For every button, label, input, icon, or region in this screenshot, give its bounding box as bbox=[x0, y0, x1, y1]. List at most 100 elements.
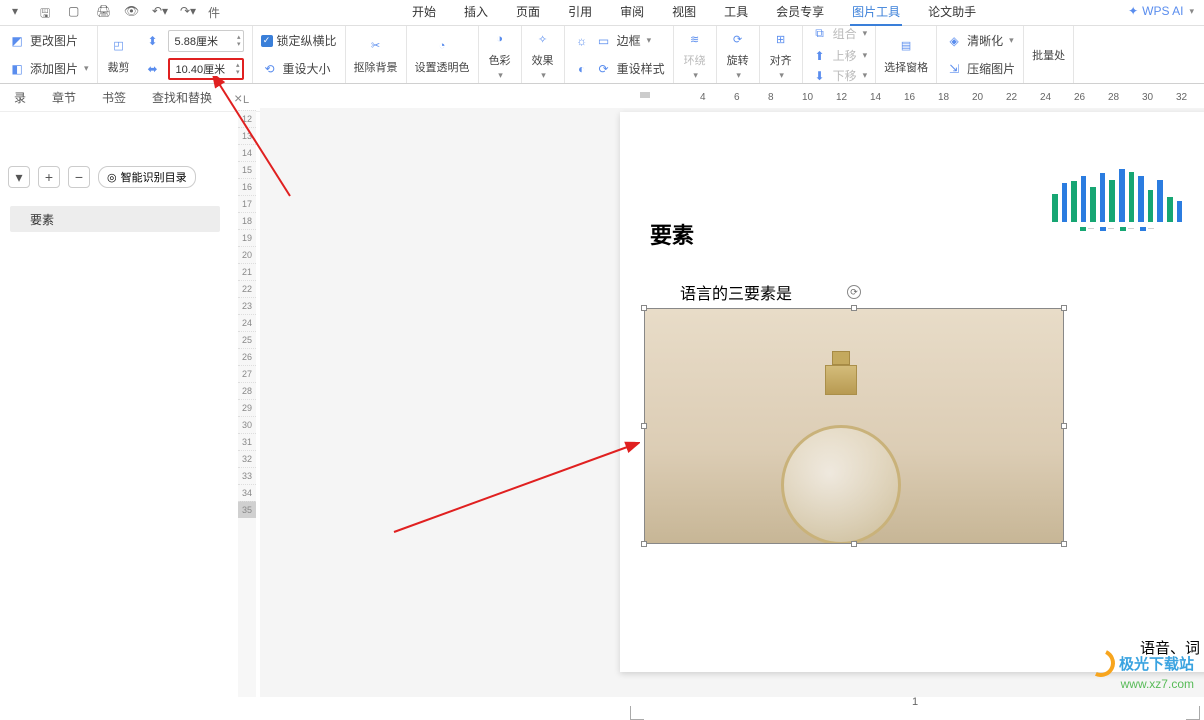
chart-legend: — — — — bbox=[1052, 226, 1182, 232]
resize-handle-se[interactable] bbox=[1061, 541, 1067, 547]
clarity-icon: ◈ bbox=[945, 32, 963, 50]
ruler-tick: 32 bbox=[1176, 92, 1187, 103]
group-button: ⧉组合▾ bbox=[811, 25, 868, 43]
ruler-tick: 22 bbox=[1006, 92, 1017, 103]
ai-icon: ✦ bbox=[1128, 4, 1138, 18]
compress-button[interactable]: ⇲压缩图片 bbox=[945, 57, 1015, 81]
document-page: 要素 语言的三要素是 — — — — ⟳ bbox=[620, 112, 1204, 672]
embedded-chart[interactable]: — — — — bbox=[1052, 152, 1182, 250]
save-icon[interactable]: 🖫 bbox=[40, 4, 54, 18]
tab-member[interactable]: 会员专享 bbox=[774, 0, 826, 26]
tab-view[interactable]: 视图 bbox=[670, 0, 698, 26]
remove-bg-button[interactable]: ✂抠除背景 bbox=[354, 35, 398, 75]
outline-item[interactable]: 要素 bbox=[10, 206, 220, 232]
nav-bookmark[interactable]: 书签 bbox=[98, 87, 130, 108]
smart-outline-button[interactable]: ◎智能识别目录 bbox=[98, 166, 196, 188]
tab-reference[interactable]: 引用 bbox=[566, 0, 594, 26]
tab-file[interactable]: 件 bbox=[208, 4, 220, 21]
align-button[interactable]: ⊞对齐▾ bbox=[768, 28, 794, 81]
rotate-button[interactable]: ⟳旋转▾ bbox=[725, 28, 751, 81]
resize-handle-e[interactable] bbox=[1061, 423, 1067, 429]
remove-bg-icon: ✂ bbox=[363, 35, 389, 57]
lock-aspect-checkbox[interactable]: ✓锁定纵横比 bbox=[261, 29, 337, 53]
add-picture-icon: ◧ bbox=[8, 60, 26, 78]
tab-picture-tools[interactable]: 图片工具 bbox=[850, 0, 902, 26]
page-corner-mark bbox=[1186, 706, 1200, 720]
ruler-indent-marker[interactable] bbox=[640, 92, 650, 98]
print-icon[interactable]: 🖨 bbox=[96, 4, 110, 18]
chart-bars bbox=[1052, 152, 1182, 222]
resize-handle-sw[interactable] bbox=[641, 541, 647, 547]
resize-handle-w[interactable] bbox=[641, 423, 647, 429]
nav-outline[interactable]: 录 bbox=[10, 87, 30, 108]
ruler-tick: 32 bbox=[238, 450, 256, 467]
height-input[interactable]: 5.88厘米▴▾ bbox=[168, 30, 244, 52]
ruler-tick: 14 bbox=[238, 144, 256, 161]
ruler-tick: 20 bbox=[972, 92, 983, 103]
page-subtitle: 语言的三要素是 bbox=[680, 280, 792, 304]
preview-icon[interactable]: 👁 bbox=[124, 4, 138, 18]
border-button[interactable]: ☼▭边框▾ bbox=[573, 29, 665, 53]
color-button[interactable]: ◑色彩▾ bbox=[487, 28, 513, 81]
ruler-tick: 26 bbox=[1074, 92, 1085, 103]
align-icon: ⊞ bbox=[768, 28, 794, 50]
ruler-tick: 33 bbox=[238, 467, 256, 484]
effect-button[interactable]: ✧效果▾ bbox=[530, 28, 556, 81]
redo-icon[interactable]: ↷▾ bbox=[180, 4, 194, 18]
ruler-tick: 16 bbox=[238, 178, 256, 195]
tab-page[interactable]: 页面 bbox=[514, 0, 542, 26]
tab-review[interactable]: 审阅 bbox=[618, 0, 646, 26]
wrap-icon: ≋ bbox=[682, 28, 708, 50]
ruler-tick: 10 bbox=[802, 92, 813, 103]
tab-bar: ▾ 🖫 ▢ 🖨 👁 ↶▾ ↷▾ 件 开始 插入 页面 引用 审阅 视图 工具 会… bbox=[0, 0, 1204, 26]
resize-handle-n[interactable] bbox=[851, 305, 857, 311]
clarity-button[interactable]: ◈清晰化▾ bbox=[945, 29, 1015, 53]
batch-button[interactable]: 批量处 bbox=[1032, 47, 1065, 63]
ruler-tick: 28 bbox=[1108, 92, 1119, 103]
resize-handle-ne[interactable] bbox=[1061, 305, 1067, 311]
page-title: 要素 bbox=[650, 218, 694, 250]
menu-icon[interactable]: ▾ bbox=[12, 4, 26, 18]
transparent-color-button[interactable]: ◔设置透明色 bbox=[415, 35, 470, 75]
ruler-vertical[interactable]: 1213141516171819202122232425262728293031… bbox=[238, 110, 256, 697]
resize-handle-nw[interactable] bbox=[641, 305, 647, 311]
ruler-tick: 14 bbox=[870, 92, 881, 103]
nav-find-replace[interactable]: 查找和替换 bbox=[148, 87, 216, 108]
selected-image[interactable]: ⟳ bbox=[644, 308, 1064, 544]
reset-style-button[interactable]: ◐⟳重设样式 bbox=[573, 57, 665, 81]
ruler-horizontal[interactable]: 468101214161820222426283032 bbox=[620, 90, 1204, 108]
tab-start[interactable]: 开始 bbox=[410, 0, 438, 26]
group-icon: ⧉ bbox=[811, 25, 829, 43]
rotate-icon: ⟳ bbox=[725, 28, 751, 50]
width-input[interactable]: 10.40厘米▴▾ bbox=[168, 58, 244, 80]
selection-pane-button[interactable]: ▤选择窗格 bbox=[884, 35, 928, 75]
change-picture-button[interactable]: ◩更改图片 bbox=[8, 29, 89, 53]
ruler-tick: 19 bbox=[238, 229, 256, 246]
nav-chapter[interactable]: 章节 bbox=[48, 87, 80, 108]
transparent-icon: ◔ bbox=[429, 35, 455, 57]
ruler-tick: 21 bbox=[238, 263, 256, 280]
ai-label: WPS AI bbox=[1142, 4, 1183, 18]
ruler-tick: 18 bbox=[938, 92, 949, 103]
tab-tools[interactable]: 工具 bbox=[722, 0, 750, 26]
rotate-handle[interactable]: ⟳ bbox=[847, 285, 861, 299]
new-icon[interactable]: ▢ bbox=[68, 4, 82, 18]
reset-size-button[interactable]: ⟲重设大小 bbox=[261, 57, 337, 81]
expand-button[interactable]: + bbox=[38, 166, 60, 188]
quick-access-toolbar: ▾ 🖫 ▢ 🖨 👁 ↶▾ ↷▾ 件 bbox=[2, 4, 230, 21]
undo-icon[interactable]: ↶▾ bbox=[152, 4, 166, 18]
watermark-url: www.xz7.com bbox=[1087, 677, 1194, 691]
collapse-button[interactable]: ▾ bbox=[8, 166, 30, 188]
tab-thesis[interactable]: 论文助手 bbox=[926, 0, 978, 26]
wps-ai-button[interactable]: ✦ WPS AI ▾ bbox=[1128, 4, 1194, 18]
crop-button[interactable]: ◰裁剪 bbox=[106, 35, 132, 75]
ruler-tick: 34 bbox=[238, 484, 256, 501]
add-picture-button[interactable]: ◧添加图片▾ bbox=[8, 57, 89, 81]
width-icon: ⬌ bbox=[144, 60, 162, 78]
watermark-logo-icon bbox=[1083, 645, 1119, 681]
document-canvas[interactable]: 要素 语言的三要素是 — — — — ⟳ bbox=[260, 108, 1204, 697]
ruler-tick: 18 bbox=[238, 212, 256, 229]
resize-handle-s[interactable] bbox=[851, 541, 857, 547]
tab-insert[interactable]: 插入 bbox=[462, 0, 490, 26]
shrink-button[interactable]: − bbox=[68, 166, 90, 188]
